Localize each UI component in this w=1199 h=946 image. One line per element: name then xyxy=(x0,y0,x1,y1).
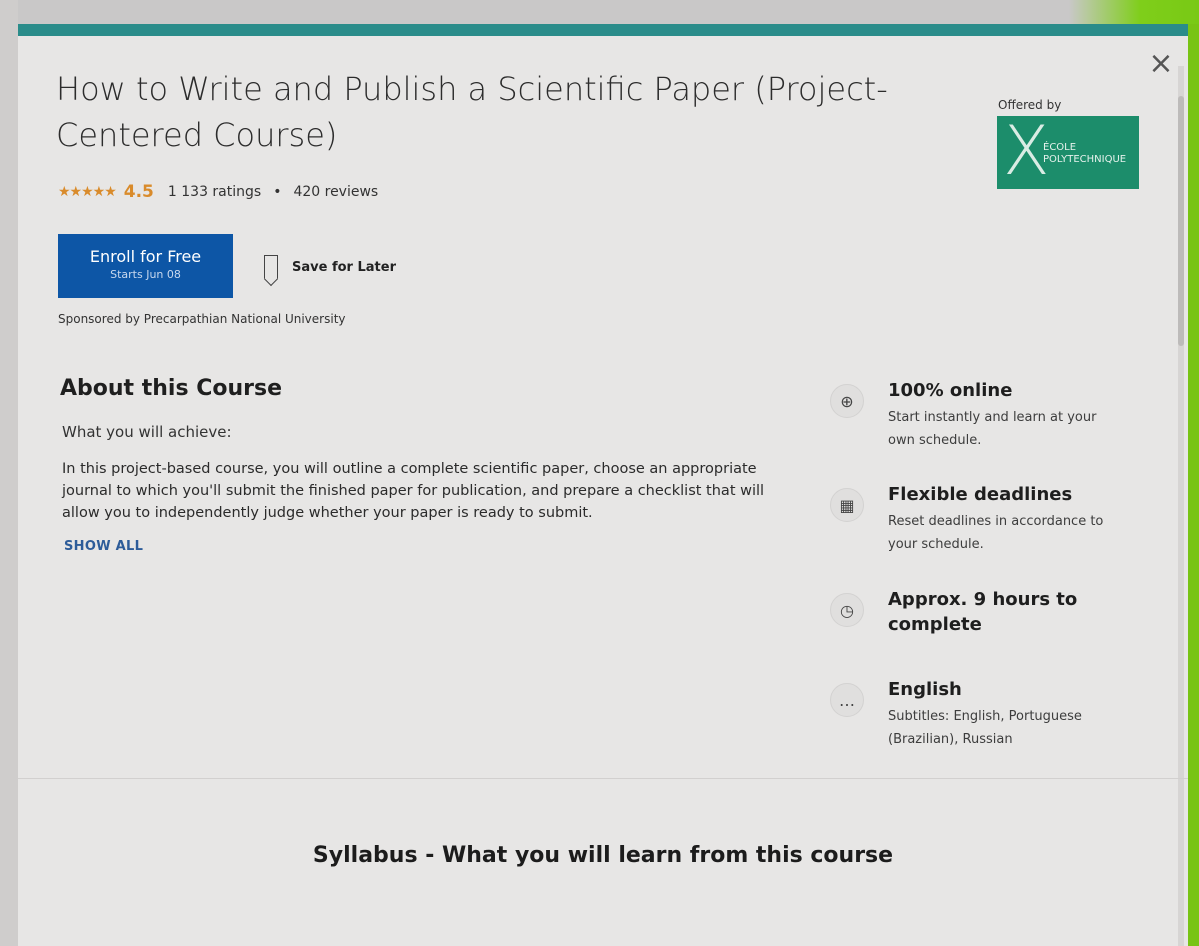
partner-logo[interactable]: X ÉCOLE POLYTECHNIQUE xyxy=(997,116,1139,189)
backdrop-top xyxy=(0,0,1199,24)
logo-line2: POLYTECHNIQUE xyxy=(1043,154,1127,165)
about-description: In this project-based course, you will o… xyxy=(62,461,765,521)
about-subheading: What you will achieve: xyxy=(62,423,232,441)
backdrop-right-accent xyxy=(1187,24,1199,946)
scrollbar[interactable] xyxy=(1178,66,1184,946)
feature-desc: Reset deadlines in accordance to your sc… xyxy=(888,514,1104,552)
enroll-button[interactable]: Enroll for Free Starts Jun 08 xyxy=(58,234,233,298)
show-all-link[interactable]: SHOW ALL xyxy=(64,539,143,554)
close-icon[interactable]: × xyxy=(1148,49,1174,79)
separator-dot: • xyxy=(273,184,282,200)
logo-text: ÉCOLE POLYTECHNIQUE xyxy=(1043,142,1126,166)
feature-title: English xyxy=(888,679,962,700)
bookmark-icon xyxy=(264,255,278,279)
feature-title: 100% online xyxy=(888,380,1013,401)
feature-desc: Subtitles: English, Portuguese (Brazilia… xyxy=(888,709,1082,747)
reviews-count[interactable]: 420 reviews xyxy=(293,184,378,200)
star-rating-icon: ★★★★★ xyxy=(58,184,117,200)
feature-desc: Start instantly and learn at your own sc… xyxy=(888,410,1097,448)
clock-icon: ◷ xyxy=(830,593,864,627)
section-divider xyxy=(18,778,1188,779)
rating-value: 4.5 xyxy=(123,182,154,202)
syllabus-heading: Syllabus - What you will learn from this… xyxy=(312,843,894,868)
course-modal: × How to Write and Publish a Scientific … xyxy=(18,24,1188,946)
rating-row: ★★★★★ 4.5 1 133 ratings • 420 reviews xyxy=(58,182,378,202)
feature-title: Flexible deadlines xyxy=(888,484,1073,505)
logo-line1: ÉCOLE xyxy=(1043,142,1077,153)
backdrop-left xyxy=(0,0,18,946)
enroll-label: Enroll for Free xyxy=(89,247,202,266)
ratings-count[interactable]: 1 133 ratings xyxy=(168,184,261,200)
sponsored-text: Sponsored by Precarpathian National Univ… xyxy=(58,312,346,326)
save-for-later-button[interactable]: Save for Later xyxy=(264,255,396,279)
scrollbar-thumb[interactable] xyxy=(1178,96,1184,346)
chat-icon: … xyxy=(830,683,864,717)
about-heading: About this Course xyxy=(60,376,282,401)
calendar-icon: ▦ xyxy=(830,488,864,522)
course-title: How to Write and Publish a Scientific Pa… xyxy=(56,70,888,154)
feature-title: Approx. 9 hours to complete xyxy=(888,589,1078,635)
globe-icon: ⊕ xyxy=(830,384,864,418)
enroll-start-date: Starts Jun 08 xyxy=(110,268,181,281)
save-for-later-label: Save for Later xyxy=(292,259,396,275)
offered-by-label: Offered by xyxy=(998,98,1062,112)
backdrop-accent xyxy=(1069,0,1199,24)
